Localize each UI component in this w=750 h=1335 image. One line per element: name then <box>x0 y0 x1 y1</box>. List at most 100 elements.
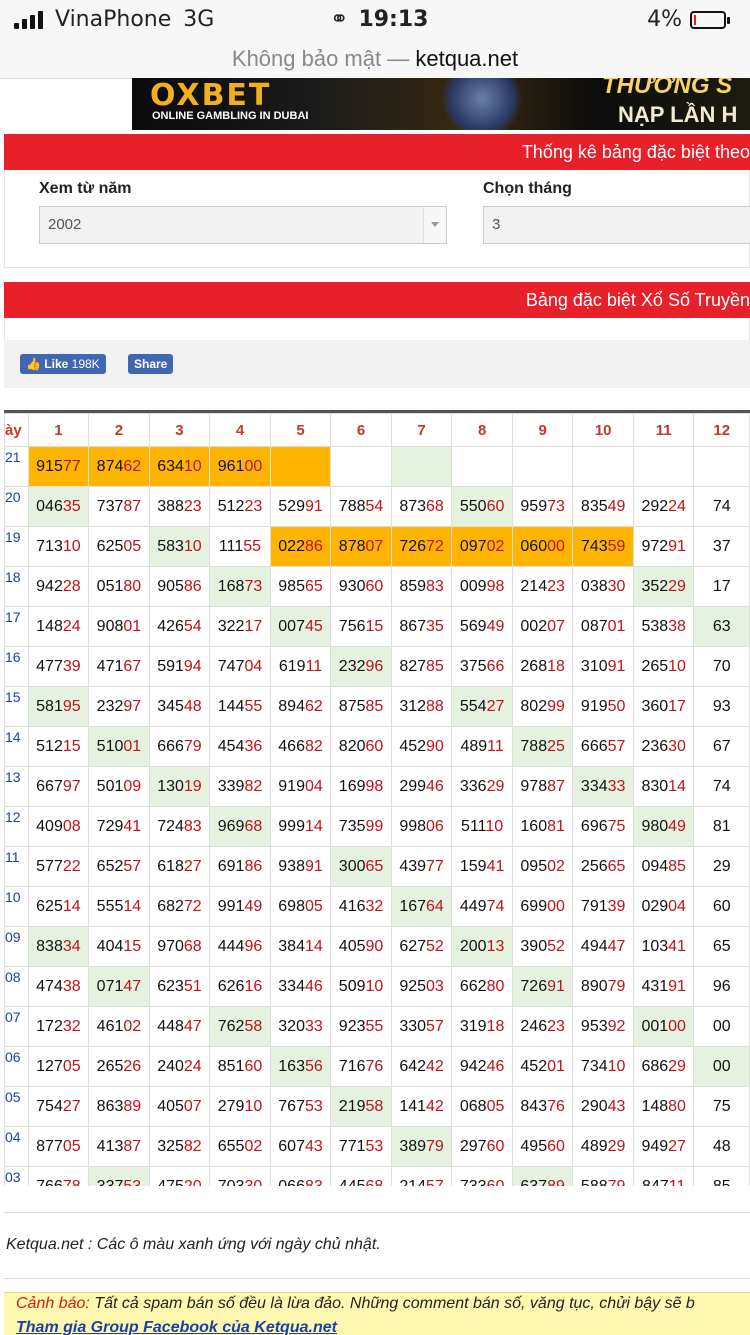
cell-tail-digits: 62 <box>123 457 142 475</box>
facebook-group-link[interactable]: Tham gia Group Facebook của Ketqua.net <box>16 1319 337 1335</box>
cell-tail-digits: 05 <box>62 1137 81 1155</box>
fb-share-button[interactable]: Share <box>128 354 174 374</box>
ad-banner[interactable]: OXBET ONLINE GAMBLING IN DUBAI THƯỞNG S … <box>132 78 750 130</box>
cell-tail-digits: 00 <box>668 1017 686 1035</box>
cell-tail-digits: 65 <box>365 857 384 875</box>
result-cell: 00745 <box>269 606 332 647</box>
cell-tail-digits: 42 <box>426 1097 444 1115</box>
result-cell: 29043 <box>572 1086 634 1127</box>
url-bar[interactable]: Không bảo mật — ketqua.net <box>0 40 750 79</box>
result-cell: 09702 <box>451 526 513 567</box>
table-row: 13 66797 50109 13019 33982 91904 16998 29946 336… <box>4 766 750 807</box>
special-results-table-container[interactable]: ày 1 2 3 4 5 6 7 8 9 10 11 12 21 91577 87462 63410 96100… <box>4 410 750 1186</box>
result-cell: 78854 <box>330 486 392 527</box>
cell-head-digits: 002 <box>520 617 548 635</box>
cell-tail-digits: 86 <box>183 577 202 595</box>
cell-head-digits: 111 <box>218 537 244 555</box>
result-cell: 38414 <box>269 926 332 967</box>
result-cell: 25665 <box>572 846 634 887</box>
link-icon: ⚭ <box>330 7 349 32</box>
cell-tail-digits: 83 <box>183 817 202 835</box>
cell-tail-digits: 07 <box>365 537 384 555</box>
result-cell <box>693 446 750 487</box>
cell-head-digits: 820 <box>338 737 366 755</box>
result-cell: 75615 <box>330 606 392 647</box>
cell-head-digits: 405 <box>338 937 366 955</box>
result-cell: 24024 <box>148 1046 211 1087</box>
stats-section-header: Thống kê bảng đặc biệt theo <box>4 134 750 170</box>
cell-head-digits: 838 <box>36 937 63 955</box>
result-cell: 21457 <box>390 1166 453 1186</box>
result-cell: 48 <box>693 1126 750 1167</box>
cell-tail-digits: 82 <box>304 737 323 755</box>
cell-head-digits: 726 <box>520 977 548 995</box>
cell-tail-digits: 30 <box>244 1177 263 1187</box>
cell-head-digits: 767 <box>278 1097 305 1115</box>
table-section-spacer <box>4 318 750 342</box>
banner-player-image <box>442 78 522 130</box>
cell-tail-digits: 25 <box>547 737 565 755</box>
cell-tail-digits: 99 <box>547 697 565 715</box>
cell-tail-digits: 03 <box>426 977 444 995</box>
fb-like-button[interactable]: 👍 Like 198K <box>20 354 106 374</box>
result-cell: 69805 <box>269 886 332 927</box>
cell-tail-digits: 39 <box>62 657 81 675</box>
result-cell: 73599 <box>330 806 392 847</box>
cell-tail-digits: 58 <box>365 1097 384 1115</box>
result-cell: 04635 <box>27 486 90 527</box>
cell-head-digits: 625 <box>36 897 63 915</box>
table-row: 03 76678 33753 47520 70330 06683 44568 21457 733… <box>4 1166 750 1187</box>
cell-tail-digits: 49 <box>607 497 626 515</box>
row-year: 16 <box>4 646 29 687</box>
cell-tail-digits: 79 <box>607 1177 626 1187</box>
result-cell: 32217 <box>209 606 271 647</box>
row-year: 17 <box>4 606 29 647</box>
result-cell: 85983 <box>390 566 453 607</box>
cell-tail-digits: 32 <box>365 897 384 915</box>
header-day: 10 <box>572 413 634 447</box>
result-cell: 37 <box>693 526 750 567</box>
cell-head-digits: 510 <box>96 737 124 755</box>
cell-tail-digits: 60 <box>486 1177 505 1187</box>
cell-head-digits: 923 <box>338 1017 366 1035</box>
result-cell: 55060 <box>451 486 513 527</box>
cell-head-digits: 405 <box>157 1097 184 1115</box>
result-cell: 67 <box>693 726 750 767</box>
year-select[interactable]: 2002 <box>39 206 447 244</box>
cell-head-digits: 334 <box>278 977 305 995</box>
cell-tail-digits: 15 <box>123 937 142 955</box>
cell-tail-digits: 33 <box>304 1017 323 1035</box>
result-cell: 68272 <box>148 886 211 927</box>
result-cell: 58879 <box>572 1166 634 1187</box>
cell-head-digits: 529 <box>278 497 305 515</box>
cell-tail-digits: 77 <box>426 857 444 875</box>
result-cell: 53838 <box>632 606 695 647</box>
result-cell: 00 <box>693 1046 750 1087</box>
network-type: 3G <box>183 7 215 32</box>
result-cell: 68629 <box>632 1046 695 1087</box>
cell-tail-digits: 91 <box>304 857 323 875</box>
result-cell: 93 <box>693 686 750 727</box>
header-day: 11 <box>632 413 695 447</box>
cell-head-digits: 788 <box>338 497 366 515</box>
month-select[interactable]: 3 <box>483 206 750 244</box>
stats-section-title: Thống kê bảng đặc biệt theo <box>521 142 750 162</box>
result-cell: 75 <box>693 1086 750 1127</box>
cell-tail-digits: 01 <box>123 617 142 635</box>
cell-head-digits: 375 <box>459 657 487 675</box>
result-cell: 64242 <box>390 1046 453 1087</box>
cell-tail-digits: 41 <box>123 817 142 835</box>
result-cell: 76753 <box>269 1086 332 1127</box>
cell-tail-digits: 10 <box>365 977 384 995</box>
cell-tail-digits: 60 <box>365 737 384 755</box>
cell-head-digits: 444 <box>217 937 245 955</box>
result-cell: 60743 <box>269 1126 332 1167</box>
result-cell: 72691 <box>511 966 574 1007</box>
row-year: 12 <box>4 806 29 847</box>
result-cell: 91950 <box>572 686 634 727</box>
cell-head-digits: 953 <box>580 1017 608 1035</box>
cell-tail-digits: 90 <box>365 937 384 955</box>
cell-head-digits: 733 <box>459 1177 487 1187</box>
cell-tail-digits: 41 <box>486 857 505 875</box>
result-cell: 96968 <box>209 806 271 847</box>
